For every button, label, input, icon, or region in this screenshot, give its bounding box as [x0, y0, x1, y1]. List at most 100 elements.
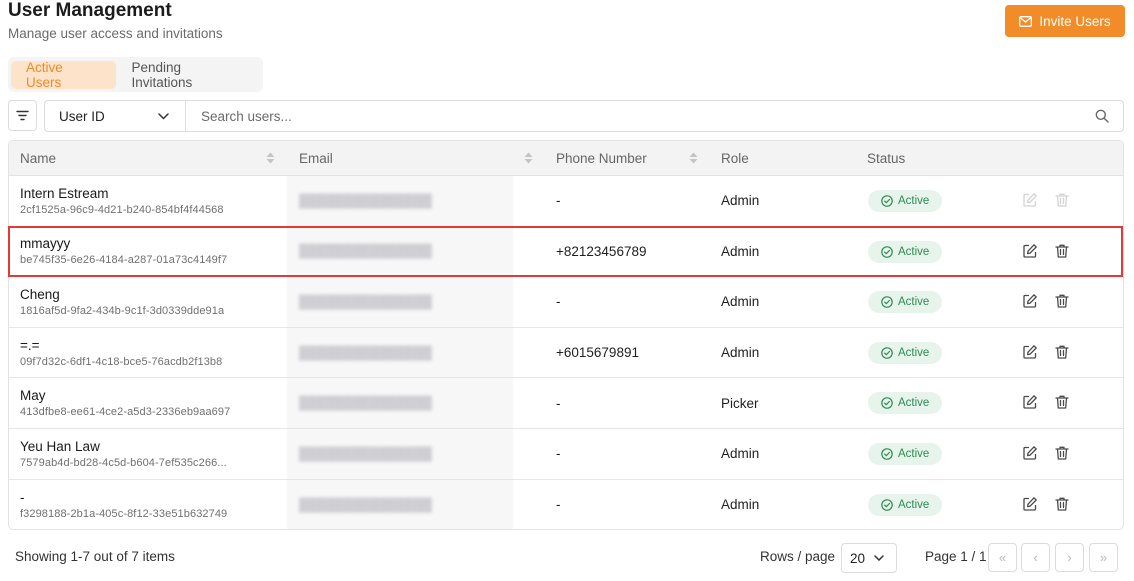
trash-icon[interactable]: [1054, 344, 1070, 360]
check-circle-icon: [881, 296, 893, 308]
search-icon[interactable]: [1095, 109, 1109, 123]
invite-users-button[interactable]: Invite Users: [1005, 5, 1125, 37]
search-field-select[interactable]: User ID: [44, 100, 186, 132]
status-label: Active: [898, 346, 930, 359]
chevron-down-icon: [874, 555, 884, 561]
chevron-down-icon: [158, 112, 169, 120]
edit-icon[interactable]: [1022, 496, 1038, 512]
next-page-icon: ›: [1067, 550, 1072, 565]
user-name: Yeu Han Law: [20, 438, 100, 454]
pagination-summary: Showing 1-7 out of 7 items: [15, 549, 175, 564]
name-cell: Yeu Han Law 7579ab4d-bd28-4c5d-b604-7ef5…: [20, 429, 227, 479]
last-page-icon: »: [1099, 550, 1108, 565]
table-header: Name Email Phone Number Role Status: [9, 141, 1123, 176]
trash-icon[interactable]: [1054, 293, 1070, 309]
email-cell: ███████████████: [299, 294, 432, 309]
status-badge: Active: [868, 493, 943, 516]
status-badge: Active: [868, 392, 943, 415]
table-row: ███████████████ =.= 09f7d32c-6df1-4c18-b…: [9, 327, 1123, 379]
edit-icon[interactable]: [1022, 243, 1038, 259]
name-cell: Intern Estream 2cf1525a-96c9-4d21-b240-8…: [20, 176, 224, 226]
edit-icon[interactable]: [1022, 394, 1038, 410]
edit-icon[interactable]: [1022, 445, 1038, 461]
status-badge: Active: [868, 442, 943, 465]
column-header-role: Role: [721, 150, 749, 166]
rows-per-page-label: Rows / page: [760, 549, 836, 564]
trash-icon[interactable]: [1054, 394, 1070, 410]
next-page-button[interactable]: ›: [1055, 543, 1084, 572]
check-circle-icon: [881, 448, 893, 460]
role-cell: Picker: [721, 395, 759, 411]
user-id: 7579ab4d-bd28-4c5d-b604-7ef535c266...: [20, 456, 227, 469]
user-id: 2cf1525a-96c9-4d21-b240-854bf4f44568: [20, 203, 224, 216]
check-circle-icon: [881, 346, 893, 359]
tab-active-users[interactable]: Active Users: [11, 60, 117, 90]
user-id: be745f35-6e26-4184-a287-01a73c4149f7: [20, 254, 228, 267]
user-tabs: Active Users Pending Invitations: [8, 57, 263, 92]
name-cell: - f3298188-2b1a-405c-8f12-33e51b632749: [20, 480, 227, 529]
user-name: May: [20, 388, 46, 404]
name-cell: mmayyy be745f35-6e26-4184-a287-01a73c414…: [20, 227, 227, 277]
role-cell: Admin: [721, 243, 760, 259]
phone-cell: -: [556, 193, 561, 209]
check-circle-icon: [881, 245, 893, 258]
status-label: Active: [898, 195, 930, 207]
role-cell: Admin: [721, 497, 760, 513]
page-title: User Management: [8, 0, 172, 21]
table-row: ███████████████ Yeu Han Law 7579ab4d-bd2…: [9, 428, 1123, 480]
role-cell: Admin: [721, 294, 760, 310]
user-id: 1816af5d-9fa2-434b-9c1f-3d0339dde91a: [20, 304, 225, 317]
sort-icon[interactable]: [689, 152, 698, 164]
check-circle-icon: [881, 397, 893, 410]
table-row: ███████████████ Intern Estream 2cf1525a-…: [9, 176, 1123, 227]
email-cell: ███████████████: [299, 497, 432, 512]
filter-button[interactable]: [8, 100, 37, 131]
status-label: Active: [898, 498, 930, 511]
user-name: -: [20, 489, 25, 505]
last-page-button[interactable]: »: [1089, 543, 1118, 572]
role-cell: Admin: [721, 345, 760, 361]
table-row: ███████████████ - f3298188-2b1a-405c-8f1…: [9, 479, 1123, 529]
invite-users-label: Invite Users: [1039, 13, 1111, 29]
prev-page-button[interactable]: ‹: [1021, 543, 1050, 572]
first-page-button[interactable]: «: [988, 543, 1017, 572]
edit-icon[interactable]: [1022, 293, 1038, 309]
phone-cell: -: [556, 294, 561, 310]
edit-icon[interactable]: [1022, 344, 1038, 360]
trash-icon[interactable]: [1054, 445, 1070, 461]
search-box: [186, 100, 1124, 132]
role-cell: Admin: [721, 446, 760, 462]
first-page-icon: «: [998, 550, 1007, 565]
sort-icon[interactable]: [266, 152, 275, 164]
name-cell: Cheng 1816af5d-9fa2-434b-9c1f-3d0339dde9…: [20, 277, 224, 327]
status-badge: Active: [868, 240, 943, 263]
user-id: 09f7d32c-6df1-4c18-bce5-76acdb2f13b8: [20, 355, 223, 368]
mail-icon: [1019, 15, 1033, 27]
user-id: 413dfbe8-ee61-4ce2-a5d3-2336eb9aa697: [20, 406, 231, 419]
email-cell: ███████████████: [299, 446, 432, 461]
page-indicator: Page 1 / 1: [925, 549, 987, 564]
trash-icon[interactable]: [1054, 496, 1070, 512]
column-header-status: Status: [867, 150, 906, 166]
trash-icon[interactable]: [1054, 192, 1070, 208]
email-cell: ███████████████: [299, 244, 432, 259]
column-header-phone[interactable]: Phone Number: [556, 141, 647, 175]
edit-icon[interactable]: [1022, 192, 1038, 208]
page-subtitle: Manage user access and invitations: [8, 26, 223, 41]
table-row: ███████████████ Cheng 1816af5d-9fa2-434b…: [9, 277, 1123, 328]
column-header-name[interactable]: Name: [20, 141, 56, 175]
status-label: Active: [898, 447, 930, 460]
phone-cell: +6015679891: [556, 345, 639, 361]
search-input[interactable]: [201, 108, 1095, 124]
trash-icon[interactable]: [1054, 243, 1070, 259]
sort-icon[interactable]: [524, 152, 533, 164]
rows-per-page-select[interactable]: 20: [841, 543, 897, 573]
status-badge: Active: [868, 341, 943, 364]
name-cell: May 413dfbe8-ee61-4ce2-a5d3-2336eb9aa697: [20, 378, 230, 428]
tab-pending-invitations[interactable]: Pending Invitations: [116, 60, 260, 90]
table-row: ███████████████ mmayyy be745f35-6e26-418…: [9, 226, 1123, 278]
status-label: Active: [898, 245, 930, 258]
check-circle-icon: [881, 195, 893, 207]
role-cell: Admin: [721, 193, 760, 209]
column-header-email[interactable]: Email: [299, 141, 333, 175]
